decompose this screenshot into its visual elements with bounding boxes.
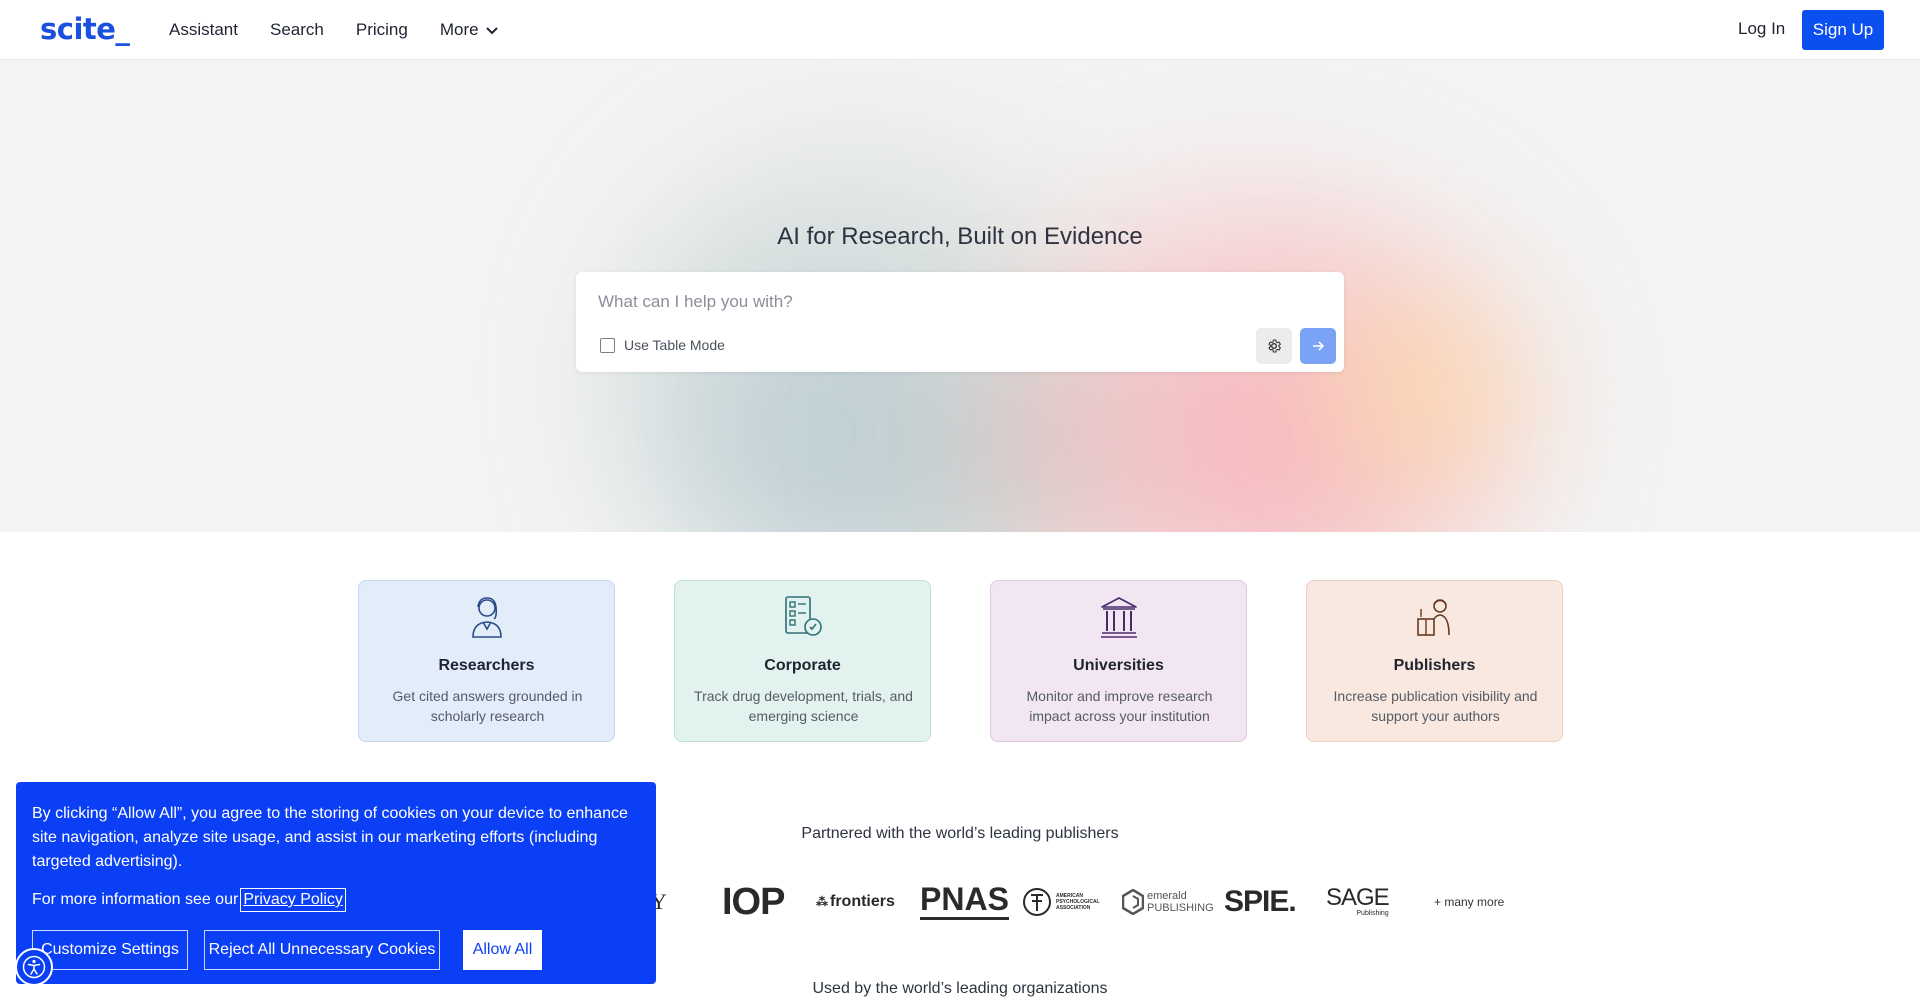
nav-more[interactable]: More: [440, 20, 499, 40]
sage-logo: SAGE Publishing: [1326, 880, 1390, 924]
gear-icon: [1268, 339, 1281, 353]
top-navigation-bar: scite_ Assistant Search Pricing More Log…: [0, 0, 1920, 60]
nav-more-label: More: [439, 20, 479, 39]
publisher-logos-row: LEY IOP ⁂ frontiers PNAS AMERICAN PSYCHO…: [620, 880, 1520, 924]
nav-assistant[interactable]: Assistant: [169, 20, 238, 40]
pnas-logo: PNAS: [920, 881, 1009, 920]
iop-logo: IOP: [722, 880, 785, 923]
login-link[interactable]: Log In: [1738, 19, 1785, 39]
frontiers-wordmark: frontiers: [830, 893, 895, 910]
frontiers-logo: ⁂ frontiers: [816, 880, 895, 924]
allow-all-button[interactable]: Allow All: [463, 930, 542, 970]
apa-emblem-icon: [1023, 888, 1051, 916]
nav-search[interactable]: Search: [270, 20, 324, 40]
chevron-down-icon: [485, 27, 498, 35]
card-title: Corporate: [764, 657, 841, 674]
submit-button[interactable]: [1300, 328, 1336, 364]
apa-logo: AMERICAN PSYCHOLOGICAL ASSOCIATION: [1022, 880, 1100, 924]
emerald-wordmark: emerald PUBLISHING: [1147, 890, 1214, 914]
cookie-consent-banner: By clicking “Allow All”, you agree to th…: [16, 782, 656, 984]
privacy-policy-link[interactable]: Privacy Policy: [240, 888, 346, 912]
emerald-logo: emerald PUBLISHING: [1122, 880, 1214, 924]
table-mode-label: Use Table Mode: [624, 337, 725, 353]
card-description: Get cited answers grounded in scholarly …: [392, 688, 583, 724]
apa-wordmark: AMERICAN PSYCHOLOGICAL ASSOCIATION: [1056, 893, 1100, 911]
table-mode-checkbox[interactable]: [600, 337, 615, 353]
university-building-icon: [1101, 597, 1137, 638]
hero-section: AI for Research, Built on Evidence Use T…: [0, 60, 1920, 532]
sage-publishing-text: Publishing: [1356, 910, 1389, 917]
arrow-right-icon: [1313, 341, 1325, 351]
card-universities[interactable]: Universities Monitor and improve researc…: [990, 580, 1247, 742]
search-input[interactable]: [598, 289, 1298, 315]
signup-button[interactable]: Sign Up: [1802, 10, 1884, 50]
publisher-icon: [1417, 599, 1450, 636]
card-description: Track drug development, trials, and emer…: [694, 688, 913, 724]
card-title: Universities: [1073, 657, 1164, 674]
nav-pricing[interactable]: Pricing: [356, 20, 408, 40]
card-description: Increase publication visibility and supp…: [1333, 688, 1538, 724]
table-mode-toggle[interactable]: Use Table Mode: [600, 337, 725, 353]
card-corporate[interactable]: Corporate Track drug development, trials…: [674, 580, 931, 742]
accessibility-button[interactable]: [15, 948, 53, 986]
researcher-icon: [472, 597, 502, 638]
cookie-message: By clicking “Allow All”, you agree to th…: [32, 805, 628, 870]
card-title: Researchers: [438, 657, 535, 674]
spie-logo: SPIE.: [1224, 885, 1297, 918]
corporate-document-icon: [785, 596, 822, 636]
main-nav: Assistant Search Pricing More: [169, 0, 499, 60]
settings-button[interactable]: [1256, 328, 1292, 364]
cookie-more-info: For more information see our Privacy Pol…: [32, 888, 346, 912]
card-description: Monitor and improve research impact acro…: [1026, 688, 1213, 724]
reject-cookies-button[interactable]: Reject All Unnecessary Cookies: [204, 930, 440, 970]
accessibility-icon: [22, 955, 46, 979]
assistant-search-box: Use Table Mode: [576, 272, 1344, 372]
emerald-emblem-icon: [1122, 889, 1144, 915]
scite-logo[interactable]: scite_: [40, 12, 130, 46]
cookie-more-prefix: For more information see our: [32, 891, 239, 908]
card-researchers[interactable]: Researchers Get cited answers grounded i…: [358, 580, 615, 742]
frontiers-dots-icon: ⁂: [816, 895, 828, 909]
hero-title: AI for Research, Built on Evidence: [777, 223, 1143, 250]
card-publishers[interactable]: Publishers Increase publication visibili…: [1306, 580, 1563, 742]
card-title: Publishers: [1393, 657, 1476, 674]
customize-settings-button[interactable]: Customize Settings: [32, 930, 188, 970]
many-more-text: + many more: [1434, 895, 1505, 909]
sage-wordmark: SAGE: [1326, 884, 1390, 911]
